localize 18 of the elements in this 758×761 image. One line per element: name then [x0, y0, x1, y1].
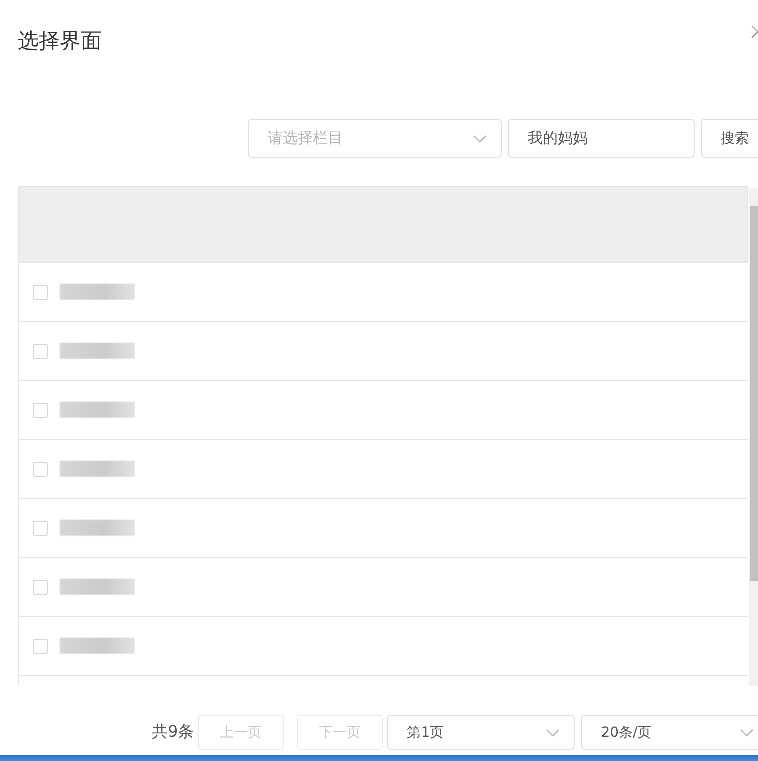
scrollbar[interactable]	[749, 188, 758, 686]
close-icon[interactable]	[751, 25, 758, 39]
checkbox[interactable]	[33, 462, 48, 476]
checkbox[interactable]	[33, 580, 48, 594]
checkbox[interactable]	[33, 402, 48, 418]
checkbox[interactable]	[33, 520, 48, 536]
page-size-select[interactable]: 20条/页	[581, 715, 758, 750]
checkbox[interactable]	[33, 284, 48, 300]
checkbox[interactable]	[33, 344, 48, 358]
chevron-down-icon	[546, 728, 560, 736]
total-count: 共9条	[152, 722, 194, 743]
keyword-field[interactable]: 我的妈妈	[508, 119, 695, 158]
page-select[interactable]: 第1页	[387, 715, 576, 750]
checkbox[interactable]	[33, 638, 48, 654]
chevron-down-icon	[473, 134, 487, 142]
chevron-down-icon	[740, 728, 754, 736]
search-button[interactable]: 搜索	[701, 119, 758, 158]
dialog-title: 选择界面	[18, 28, 102, 55]
